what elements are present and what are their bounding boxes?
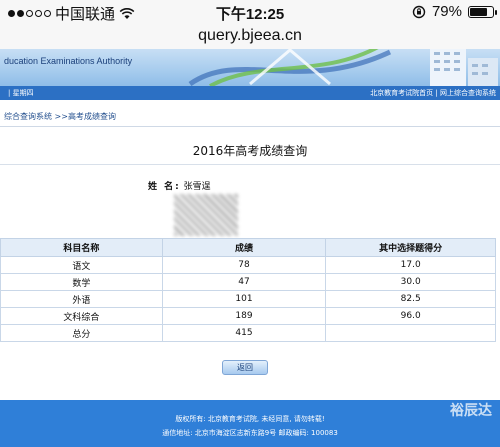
score-cell: 78	[161, 256, 327, 274]
title-divider	[0, 164, 500, 165]
choice-score-cell: 82.5	[325, 290, 496, 308]
score-cell: 189	[161, 307, 327, 325]
subject-cell: 语文	[0, 256, 163, 274]
table-row: 语文 78 17.0	[0, 256, 496, 274]
battery-percent: 79%	[431, 3, 462, 20]
footer-address: 通信地址: 北京市海淀区志新东路9号 邮政编码: 100083	[162, 429, 338, 437]
table-row: 文科综合 189 96.0	[0, 307, 496, 325]
name-value: 张雪逞	[183, 182, 211, 192]
rotation-lock-icon	[412, 5, 426, 18]
subject-cell: 数学	[0, 273, 163, 291]
footer-copyright: 版权所有: 北京教育考试院, 未经同意, 请勿转载!	[175, 415, 325, 423]
breadcrumb-divider	[0, 126, 500, 127]
site-banner: ducation Examinations Authority	[0, 44, 500, 86]
choice-score-cell: 30.0	[325, 273, 496, 291]
score-table: 科目名称 成绩 其中选择题得分 语文 78 17.0 数学 47 30.0 外语…	[0, 238, 496, 342]
top-nav-strip: | 星期四 北京教育考试院首页 | 网上综合查询系统	[0, 86, 500, 100]
name-row: 姓 名: 张雪逞	[148, 179, 211, 192]
redacted-info	[174, 194, 238, 236]
score-cell: 415	[161, 324, 327, 342]
header-subject: 科目名称	[0, 238, 163, 257]
choice-score-cell: 17.0	[325, 256, 496, 274]
status-bar: 中国联通 下午12:25 79%	[0, 0, 500, 24]
watermark-text: 裕辰达	[450, 403, 492, 419]
banner-ribbon-graphic	[188, 44, 392, 86]
score-cell: 47	[161, 273, 327, 291]
score-table-header: 科目名称 成绩 其中选择题得分	[0, 238, 496, 257]
subject-cell: 外语	[0, 290, 163, 308]
header-score: 成绩	[161, 238, 327, 257]
table-row: 总分 415	[0, 324, 496, 342]
table-row: 外语 101 82.5	[0, 290, 496, 308]
name-label: 姓 名:	[148, 182, 181, 192]
header-choice-score: 其中选择题得分	[325, 238, 496, 257]
battery-fill	[470, 7, 487, 16]
address-bar[interactable]: query.bjeea.cn	[0, 24, 500, 49]
choice-score-cell	[325, 324, 496, 342]
status-right: 79%	[412, 3, 497, 20]
banner-building-graphic	[430, 48, 498, 86]
breadcrumb[interactable]: 综合查询系统 >>高考成绩查询	[0, 108, 500, 126]
url-text[interactable]: query.bjeea.cn	[198, 27, 302, 44]
page-title: 2016年高考成绩查询	[192, 144, 308, 158]
site-footer: 版权所有: 北京教育考试院, 未经同意, 请勿转载! 通信地址: 北京市海淀区志…	[0, 400, 500, 447]
top-nav-links[interactable]: 北京教育考试院首页 | 网上综合查询系统	[370, 88, 496, 98]
table-row: 数学 47 30.0	[0, 273, 496, 291]
battery-icon	[468, 5, 497, 18]
back-button[interactable]: 返回	[222, 360, 268, 375]
subject-cell: 总分	[0, 324, 163, 342]
subject-cell: 文科综合	[0, 307, 163, 325]
weekday-label: | 星期四	[8, 89, 34, 97]
choice-score-cell: 96.0	[325, 307, 496, 325]
banner-title: ducation Examinations Authority	[4, 56, 133, 66]
score-cell: 101	[161, 290, 327, 308]
